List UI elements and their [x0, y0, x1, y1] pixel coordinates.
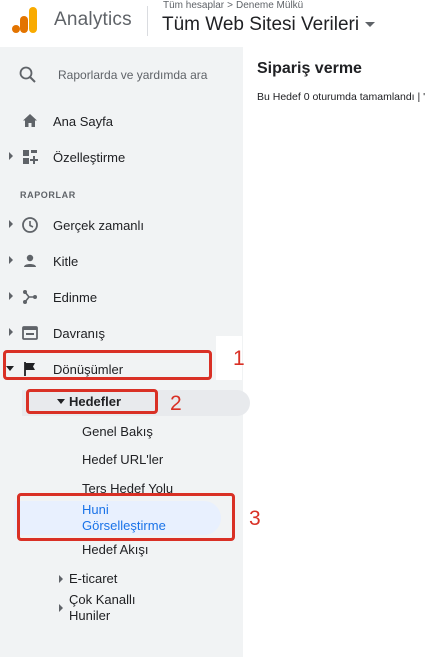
search-input[interactable]: Raporlarda ve yardımda ara [0, 57, 243, 93]
acquisition-icon [23, 290, 37, 304]
header-divider [147, 6, 148, 36]
sidebar-item-label: Ana Sayfa [53, 114, 113, 129]
breadcrumb-separator: > [227, 0, 233, 11]
annotation-number-1: 1 [233, 347, 245, 370]
annotation-number-2: 2 [170, 392, 182, 415]
sidebar-item-label: Özelleştirme [53, 150, 126, 165]
sidebar-item-label: Hedef URL'ler [82, 452, 164, 467]
sidebar-item-label: Genel Bakış [82, 424, 153, 439]
sidebar-item-acquisition[interactable]: Edinme [0, 282, 243, 312]
chevron-down-icon [365, 22, 376, 28]
analytics-page: Analytics Tüm hesaplar > Deneme Mülkü Tüm … [0, 0, 445, 657]
chevron-right-icon[interactable] [59, 604, 63, 612]
sidebar-item-home[interactable]: Ana Sayfa [0, 106, 243, 136]
reports-section-label: RAPORLAR [20, 190, 76, 200]
multichannel-label-line2: Huniler [69, 608, 111, 623]
annotation-box-2 [26, 389, 158, 414]
dashboard-grid-icon [23, 150, 38, 164]
chevron-right-icon[interactable] [9, 220, 13, 228]
view-name: Tüm Web Sitesi Verileri [162, 14, 360, 35]
sidebar-item-behavior[interactable]: Davranış [0, 318, 243, 348]
sidebar-item-ecommerce[interactable]: E-ticaret [0, 569, 243, 589]
sidebar-item-label: E-ticaret [69, 571, 118, 586]
multichannel-label-line1: Çok Kanallı [69, 592, 136, 607]
sidebar-item-goal-flow[interactable]: Hedef Akışı [0, 540, 243, 560]
sidebar-item-label: Gerçek zamanlı [53, 218, 145, 233]
analytics-logo-icon[interactable] [12, 6, 38, 34]
chevron-right-icon[interactable] [9, 256, 13, 264]
sidebar-item-label: Hedef Akışı [82, 542, 149, 557]
person-icon [24, 254, 36, 267]
sidebar-item-audience[interactable]: Kitle [0, 246, 243, 276]
chevron-right-icon[interactable] [9, 152, 13, 160]
breadcrumb-account[interactable]: Tüm hesaplar [163, 0, 224, 11]
breadcrumb[interactable]: Tüm hesaplar > Deneme Mülkü [163, 0, 303, 11]
behavior-icon [22, 326, 38, 340]
search-icon [19, 66, 36, 83]
annotation-box-1 [3, 350, 212, 380]
home-icon [23, 114, 37, 127]
view-selector[interactable]: Tüm Web Sitesi Verileri [162, 14, 376, 36]
sidebar-item-realtime[interactable]: Gerçek zamanlı [0, 210, 243, 240]
annotation-box-3 [17, 493, 235, 541]
sidebar-item-label: Kitle [53, 254, 79, 269]
chevron-right-icon[interactable] [59, 575, 63, 583]
sidebar-item-goal-urls[interactable]: Hedef URL'ler [0, 450, 243, 470]
sidebar-item-label: Davranış [53, 326, 106, 341]
chevron-right-icon[interactable] [9, 292, 13, 300]
app-name: Analytics [54, 9, 132, 30]
clock-icon [22, 217, 38, 233]
sidebar-item-customization[interactable]: Özelleştirme [0, 142, 243, 172]
sidebar-item-goals-overview[interactable]: Genel Bakış [0, 422, 243, 442]
app-header: Analytics Tüm hesaplar > Deneme Mülkü Tüm … [0, 0, 445, 47]
sidebar-item-label: Edinme [53, 290, 98, 305]
search-placeholder: Raporlarda ve yardımda ara [58, 68, 208, 82]
chevron-right-icon[interactable] [9, 328, 13, 336]
page-title: Sipariş verme [257, 60, 362, 77]
sidebar-item-multichannel-funnels[interactable]: Çok Kanallı Huniler [0, 592, 243, 626]
breadcrumb-property[interactable]: Deneme Mülkü [236, 0, 303, 11]
annotation-number-3: 3 [249, 507, 261, 530]
goal-summary-text: Bu Hedef 0 oturumda tamamlandı | ' [257, 91, 426, 103]
